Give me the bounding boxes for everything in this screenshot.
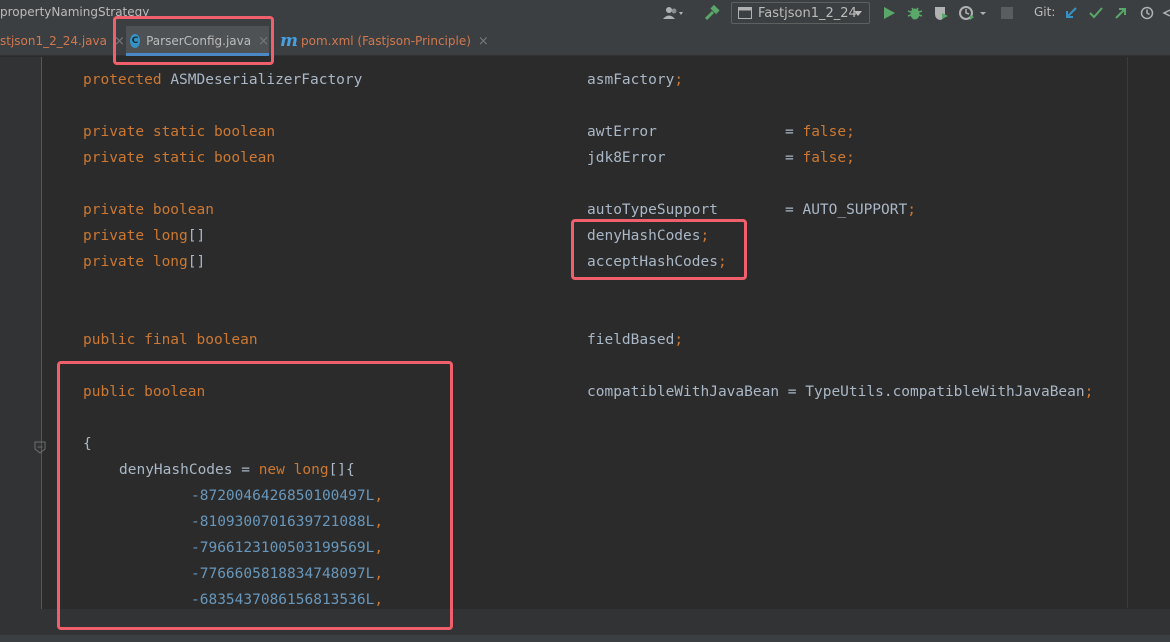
field-name: compatibleWithJavaBean [587, 384, 780, 400]
field-name: awtError [587, 124, 657, 140]
highlight-box-static-block [57, 361, 453, 630]
code-line: = AUTO_SUPPORT; [785, 200, 916, 220]
history-icon[interactable] [1138, 3, 1156, 23]
keyword: protected [83, 72, 162, 88]
semicolon: ; [674, 72, 684, 88]
keyword: private boolean [83, 202, 214, 218]
keyword: private static boolean [83, 124, 276, 140]
tab-label: stjson1_2_24.java [0, 34, 107, 48]
fold-icon[interactable] [34, 441, 46, 454]
revert-icon[interactable] [1160, 3, 1170, 23]
code-line: = false; [785, 148, 855, 168]
field-name: jdk8Error [587, 150, 666, 166]
code-line: jdk8Error [587, 148, 666, 168]
code-line: private static boolean [83, 148, 275, 168]
keyword: private long [83, 254, 188, 270]
tab-pom-xml[interactable]: m pom.xml (Fastjson-Principle) × [280, 26, 489, 56]
user-icon[interactable] [660, 3, 690, 23]
maven-icon: m [280, 30, 298, 51]
keyword: private long [83, 228, 188, 244]
semicolon: ; [907, 202, 916, 218]
keyword: private static boolean [83, 150, 276, 166]
code-line: asmFactory; [587, 70, 683, 90]
status-strip [0, 635, 1170, 642]
git-update-icon[interactable] [1062, 3, 1080, 23]
code-line: private long[] [83, 226, 205, 246]
code-line: fieldBased; [587, 330, 683, 350]
run-config-icon [738, 7, 752, 19]
code-line: compatibleWithJavaBean = TypeUtils.compa… [587, 382, 1093, 402]
keyword: false [802, 124, 847, 140]
brackets: [] [187, 228, 206, 244]
operator: = [787, 384, 797, 400]
tab-label: pom.xml (Fastjson-Principle) [301, 34, 471, 48]
chevron-down-icon [854, 11, 862, 16]
code-line: private static boolean [83, 122, 275, 142]
debug-icon[interactable] [905, 3, 925, 23]
highlight-box-hash-fields [571, 219, 747, 280]
line-gutter[interactable] [0, 57, 42, 642]
semicolon: ; [846, 124, 855, 140]
constant: AUTO_SUPPORT [802, 202, 908, 218]
stop-icon[interactable] [999, 3, 1015, 23]
git-label: Git: [1034, 5, 1056, 19]
run-icon[interactable] [880, 3, 898, 23]
tab-fastjson1-2-24[interactable]: stjson1_2_24.java × [0, 26, 125, 56]
git-push-icon[interactable] [1112, 3, 1130, 23]
brackets: [] [187, 254, 206, 270]
operator: = [785, 150, 794, 166]
code-line: public final boolean [83, 330, 258, 350]
profile-icon[interactable] [956, 3, 992, 23]
run-config-label: Fastjson1_2_24 [758, 5, 857, 21]
code-line: autoTypeSupport [587, 200, 718, 220]
keyword: public final boolean [83, 332, 258, 348]
hammer-icon[interactable] [702, 3, 722, 23]
code-line: protected ASMDeserializerFactory [83, 70, 362, 90]
code-line: private long[] [83, 252, 205, 272]
keyword: false [802, 150, 847, 166]
method-ref: TypeUtils.compatibleWithJavaBean [805, 384, 1085, 400]
coverage-icon[interactable] [931, 3, 951, 23]
field-name: asmFactory [587, 72, 675, 88]
operator: = [785, 124, 794, 140]
code-line: awtError [587, 122, 657, 142]
git-commit-icon[interactable] [1087, 3, 1105, 23]
semicolon: ; [674, 332, 684, 348]
field-name: autoTypeSupport [587, 202, 718, 218]
close-icon[interactable]: × [478, 34, 489, 49]
highlight-box-tab [113, 16, 274, 65]
code-line: = false; [785, 122, 855, 142]
code-line: private boolean [83, 200, 214, 220]
right-margin-guide [1127, 57, 1128, 608]
operator: = [785, 202, 794, 218]
field-name: fieldBased [587, 332, 675, 348]
type-name: ASMDeserializerFactory [170, 72, 363, 88]
semicolon: ; [1084, 384, 1094, 400]
run-configuration-select[interactable]: Fastjson1_2_24 [731, 2, 870, 24]
semicolon: ; [846, 150, 855, 166]
